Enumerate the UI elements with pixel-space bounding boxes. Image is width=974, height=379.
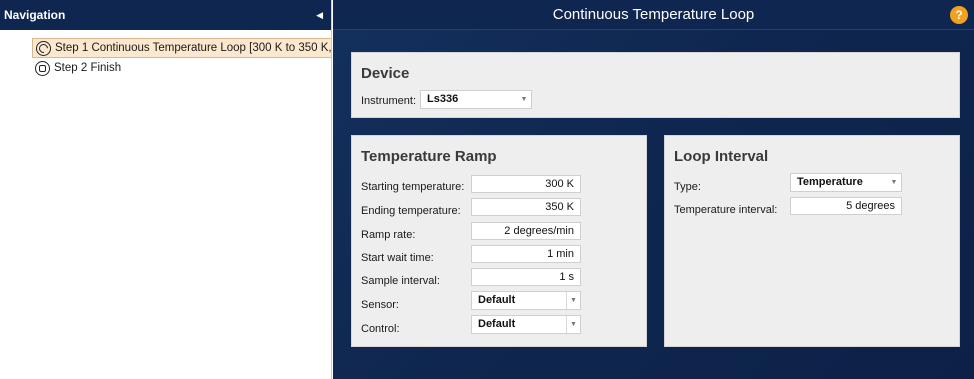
loop-title: Loop Interval — [674, 148, 769, 165]
ending-temperature-label: Ending temperature: — [361, 204, 461, 217]
navigation-pane: Navigation ◀ Step 1 Continuous Temperatu… — [0, 0, 332, 379]
loop-interval-panel: Loop Interval Type: Temperature ▼ Temper… — [664, 135, 960, 347]
chevron-down-icon: ▼ — [520, 96, 528, 103]
instrument-row: Instrument: — [361, 91, 416, 110]
control-value: Default — [478, 318, 516, 330]
sample-interval-field[interactable]: 1 s — [471, 268, 581, 286]
page-title: Continuous Temperature Loop — [552, 6, 755, 23]
control-select[interactable]: Default ▼ — [471, 315, 581, 334]
temperature-interval-field[interactable]: 5 degrees — [790, 197, 902, 215]
navigation-header: Navigation ◀ — [0, 0, 331, 30]
ramp-rate-field[interactable]: 2 degrees/min — [471, 222, 581, 240]
finish-icon — [35, 60, 50, 76]
sensor-select[interactable]: Default ▼ — [471, 291, 581, 310]
instrument-value: Ls336 — [427, 93, 459, 105]
tree-item-label: Step 1 Continuous Temperature Loop [300 … — [55, 42, 332, 54]
start-wait-time-field[interactable]: 1 min — [471, 245, 581, 263]
chevron-down-icon: ▼ — [566, 292, 580, 309]
ending-row: Ending temperature: — [361, 201, 461, 220]
device-panel: Device Instrument: Ls336 ▼ — [351, 52, 960, 118]
control-label: Control: — [361, 322, 400, 335]
sample-interval-label: Sample interval: — [361, 274, 440, 287]
tree-item-step-2[interactable]: Step 2 Finish — [35, 58, 331, 78]
step-tree: Step 1 Continuous Temperature Loop [300 … — [0, 30, 331, 78]
starting-temperature-field[interactable]: 300 K — [471, 175, 581, 193]
instrument-label: Instrument: — [361, 94, 417, 107]
sensor-label: Sensor: — [361, 298, 399, 311]
app-window: Navigation ◀ Step 1 Continuous Temperatu… — [0, 0, 974, 379]
main-header: Continuous Temperature Loop ? — [333, 0, 974, 30]
loop-icon — [36, 40, 51, 56]
tree-item-step-1[interactable]: Step 1 Continuous Temperature Loop [300 … — [32, 38, 332, 58]
loop-type-select[interactable]: Temperature ▼ — [790, 173, 902, 192]
collapse-left-icon[interactable]: ◀ — [316, 10, 323, 21]
start-wait-time-label: Start wait time: — [361, 251, 434, 264]
starting-row: Starting temperature: — [361, 177, 464, 196]
navigation-title: Navigation — [4, 8, 66, 22]
loop-type-value: Temperature — [797, 176, 863, 188]
type-row: Type: — [674, 177, 701, 196]
instrument-select[interactable]: Ls336 ▼ — [420, 90, 532, 109]
ramp-rate-label: Ramp rate: — [361, 228, 416, 241]
tree-item-label: Step 2 Finish — [54, 62, 122, 74]
temperature-ramp-panel: Temperature Ramp Starting temperature: 3… — [351, 135, 647, 347]
ending-temperature-field[interactable]: 350 K — [471, 198, 581, 216]
starting-temperature-label: Starting temperature: — [361, 180, 465, 193]
interval-row: Temperature interval: — [674, 200, 777, 219]
main-panel: Continuous Temperature Loop ? Device Ins… — [333, 0, 974, 379]
sensor-value: Default — [478, 294, 516, 306]
control-row: Control: — [361, 319, 400, 338]
wait-row: Start wait time: — [361, 248, 434, 267]
rate-row: Ramp rate: — [361, 225, 415, 244]
ramp-title: Temperature Ramp — [361, 148, 497, 165]
chevron-down-icon: ▼ — [566, 316, 580, 333]
sample-row: Sample interval: — [361, 271, 440, 290]
help-icon[interactable]: ? — [950, 6, 968, 24]
temperature-interval-label: Temperature interval: — [674, 203, 778, 216]
sensor-row: Sensor: — [361, 295, 399, 314]
chevron-down-icon: ▼ — [890, 179, 898, 186]
device-title: Device — [361, 65, 410, 82]
type-label: Type: — [674, 180, 701, 193]
